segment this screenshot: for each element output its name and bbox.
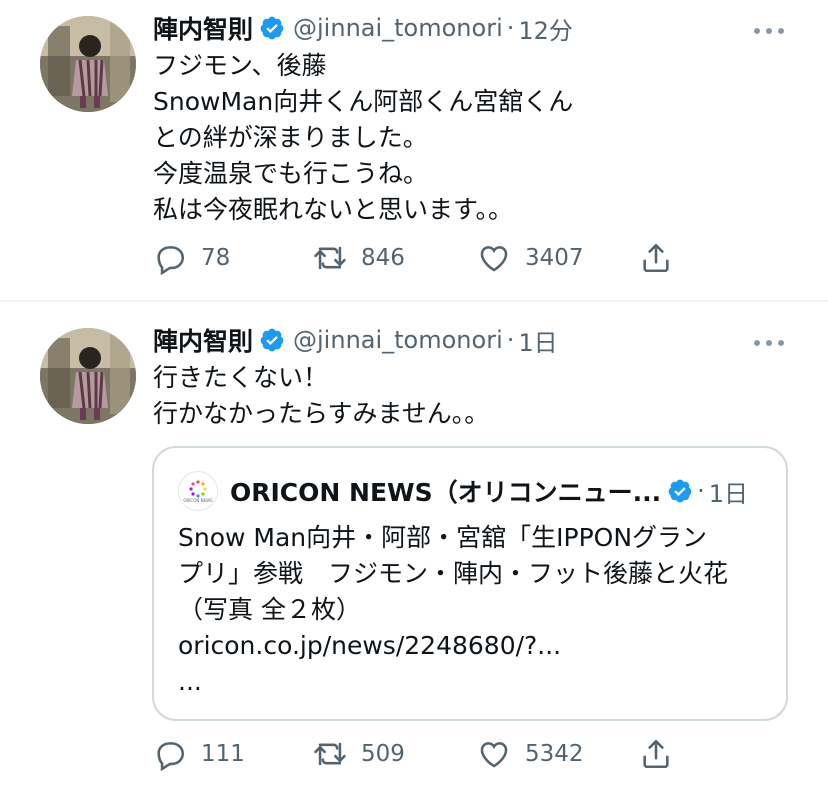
retweet-icon: [314, 742, 346, 766]
like-count: 5342: [525, 741, 584, 767]
tweet-text: フジモン、後藤 SnowMan向井くん阿部くん宮舘くん との絆が深まりました。 …: [153, 48, 573, 228]
share-button[interactable]: [639, 734, 673, 774]
retweet-count: 846: [361, 245, 405, 271]
verified-icon: [260, 16, 284, 40]
reply-button[interactable]: 111: [153, 734, 245, 774]
timestamp[interactable]: 1日: [518, 323, 557, 358]
reply-icon: [157, 246, 185, 275]
like-icon: [480, 742, 508, 768]
tweet[interactable]: 陣内智則 @jinnai_tomonori · 1日 行きたくない！ 行かなかっ…: [0, 302, 828, 792]
tweet-text-line: SnowMan向井くん阿部くん宮舘くん: [153, 87, 574, 116]
oricon-logo-icon: [189, 479, 207, 498]
tweet-actions: 78 846 3407: [153, 238, 693, 278]
share-icon: [643, 243, 669, 273]
share-button[interactable]: [639, 238, 673, 278]
verified-icon: [668, 479, 692, 503]
quoted-link[interactable]: oricon.co.jp/news/2248680/?...: [178, 628, 728, 664]
verified-icon: [260, 328, 284, 352]
quoted-timestamp[interactable]: 1日: [709, 474, 748, 509]
tweet-header: 陣内智則 @jinnai_tomonori · 12分: [153, 10, 573, 46]
tweet-text-line: フジモン、後藤: [153, 51, 327, 80]
tweet[interactable]: 陣内智則 @jinnai_tomonori · 12分 フジモン、後藤 Snow…: [0, 0, 828, 301]
more-icon[interactable]: [754, 26, 784, 36]
retweet-count: 509: [361, 741, 405, 767]
author-handle[interactable]: @jinnai_tomonori: [293, 14, 503, 42]
separator-dot: ·: [506, 326, 515, 354]
quoted-text-line: ...: [178, 667, 202, 696]
tweet-text-line: 今度温泉でも行こうね。: [153, 159, 429, 188]
reply-button[interactable]: 78: [153, 238, 230, 278]
more-icon[interactable]: [754, 338, 784, 348]
retweet-button[interactable]: 846: [313, 238, 405, 278]
share-icon: [643, 739, 669, 769]
tweet-text-line: 行きたくない！: [153, 363, 329, 392]
oricon-logo-text: ORICON NEWS: [183, 497, 213, 503]
avatar[interactable]: [40, 16, 136, 112]
quoted-text-line: （写真 全２枚）: [178, 595, 361, 624]
separator-dot: ·: [697, 477, 705, 505]
quoted-tweet[interactable]: ORICON NEWS ORICON NEWS（オリコンニュー... · 1日 …: [152, 446, 788, 721]
quoted-tweet-text: Snow Man向井・阿部・宮舘「生IPPONグラン プリ」参戦 フジモン・陣内…: [178, 520, 728, 700]
reply-count: 111: [201, 741, 245, 767]
tweet-text-line: との絆が深まりました。: [153, 123, 428, 152]
reply-icon: [157, 742, 185, 771]
like-icon: [480, 246, 508, 272]
quoted-text-line: プリ」参戦 フジモン・陣内・フット後藤と火花: [178, 559, 729, 588]
tweet-text: 行きたくない！ 行かなかったらすみません。。: [153, 360, 489, 432]
like-count: 3407: [525, 245, 584, 271]
avatar[interactable]: [40, 328, 136, 424]
separator-dot: ·: [506, 14, 515, 42]
oricon-logo[interactable]: ORICON NEWS: [178, 471, 218, 511]
retweet-icon: [314, 246, 346, 270]
quoted-text-line: Snow Man向井・阿部・宮舘「生IPPONグラン: [178, 523, 708, 552]
tweet-text-line: 私は今夜眠れないと思います。。: [153, 195, 514, 224]
timestamp[interactable]: 12分: [518, 11, 573, 46]
author-name[interactable]: 陣内智則: [153, 322, 253, 358]
like-button[interactable]: 5342: [477, 734, 584, 774]
retweet-button[interactable]: 509: [313, 734, 405, 774]
like-button[interactable]: 3407: [477, 238, 584, 278]
tweet-actions: 111 509 5342: [153, 734, 693, 774]
quoted-tweet-header: ORICON NEWS ORICON NEWS（オリコンニュー... · 1日: [178, 471, 748, 511]
tweet-text-line: 行かなかったらすみません。。: [153, 399, 490, 428]
author-name[interactable]: 陣内智則: [153, 10, 253, 46]
author-handle[interactable]: @jinnai_tomonori: [293, 326, 503, 354]
quoted-author-name[interactable]: ORICON NEWS（オリコンニュー...: [230, 473, 661, 509]
reply-count: 78: [201, 245, 231, 271]
tweet-header: 陣内智則 @jinnai_tomonori · 1日: [153, 322, 558, 358]
